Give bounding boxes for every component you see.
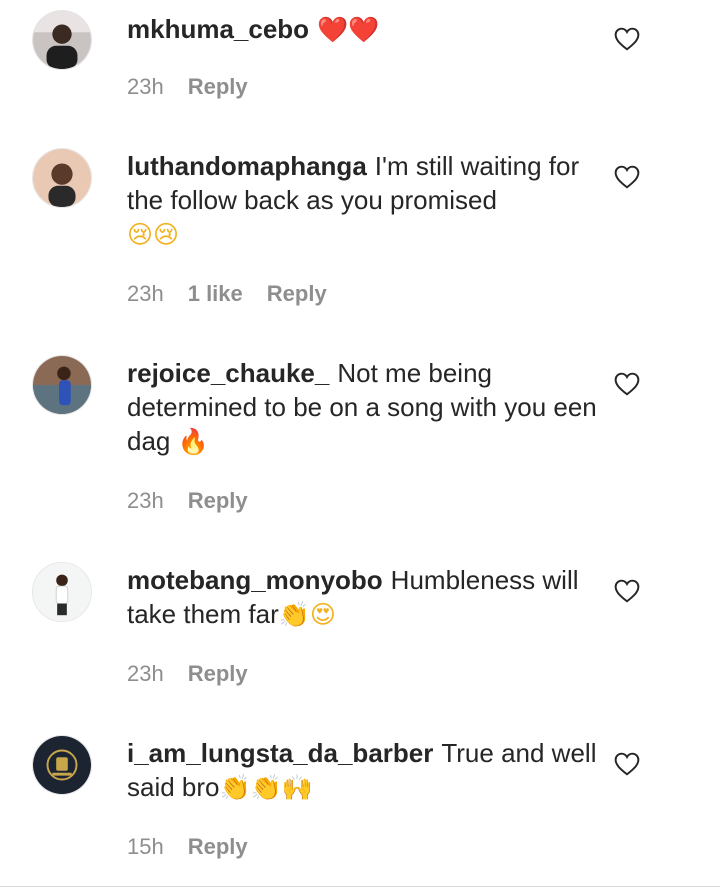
avatar[interactable] [32,10,92,70]
reply-button[interactable]: Reply [267,281,327,306]
comment-text: rejoice_chauke_ Not me being determined t… [127,356,597,459]
comment-text: motebang_monyobo Humbleness will take the… [127,563,597,632]
heart-outline-icon[interactable] [614,752,640,776]
comment-text: luthandomaphanga I'm still waiting for th… [127,149,597,252]
comment-username[interactable]: i_am_lungsta_da_barber [127,738,433,768]
comment-meta: 23h Reply [127,73,272,101]
comment-username[interactable]: luthandomaphanga [127,151,367,181]
avatar[interactable] [32,148,92,208]
fire-emoji: 🔥 [177,427,209,456]
crying-face-emoji: 😢😢 [127,220,180,249]
avatar-image [33,736,91,794]
comment-meta: 23h Reply [127,660,272,688]
heart-outline-icon[interactable] [614,372,640,396]
avatar-image [33,11,91,69]
comment-time: 23h [127,281,164,306]
reply-button[interactable]: Reply [188,661,248,686]
reply-button[interactable]: Reply [188,834,248,859]
heart-outline-icon[interactable] [614,165,640,189]
comment-username[interactable]: mkhuma_cebo [127,14,309,44]
comment-meta: 15h Reply [127,833,272,861]
comment-time: 15h [127,834,164,859]
reply-button[interactable]: Reply [188,74,248,99]
comment-username[interactable]: rejoice_chauke_ [127,358,329,388]
likes-count[interactable]: 1 like [188,281,243,306]
comment-time: 23h [127,74,164,99]
avatar[interactable] [32,735,92,795]
comment-username[interactable]: motebang_monyobo [127,565,383,595]
clapping-raised-hands-emoji: 👏👏🙌 [219,773,313,802]
avatar-image [33,356,91,414]
avatar-image [33,563,91,621]
comment-time: 23h [127,661,164,686]
avatar[interactable] [32,562,92,622]
comment-meta: 23h Reply [127,487,272,515]
heart-outline-icon[interactable] [614,27,640,51]
heart-outline-icon[interactable] [614,579,640,603]
comment-text: mkhuma_cebo ❤️❤️ [127,12,597,47]
divider [0,886,720,887]
avatar[interactable] [32,355,92,415]
comment-text: i_am_lungsta_da_barber True and well said… [127,736,597,805]
clapping-heart-eyes-emoji: 👏😍 [278,600,336,629]
comment-meta: 23h 1 like Reply [127,280,351,308]
heart-emoji: ❤️❤️ [317,15,380,44]
avatar-image [33,149,91,207]
reply-button[interactable]: Reply [188,488,248,513]
comment-time: 23h [127,488,164,513]
